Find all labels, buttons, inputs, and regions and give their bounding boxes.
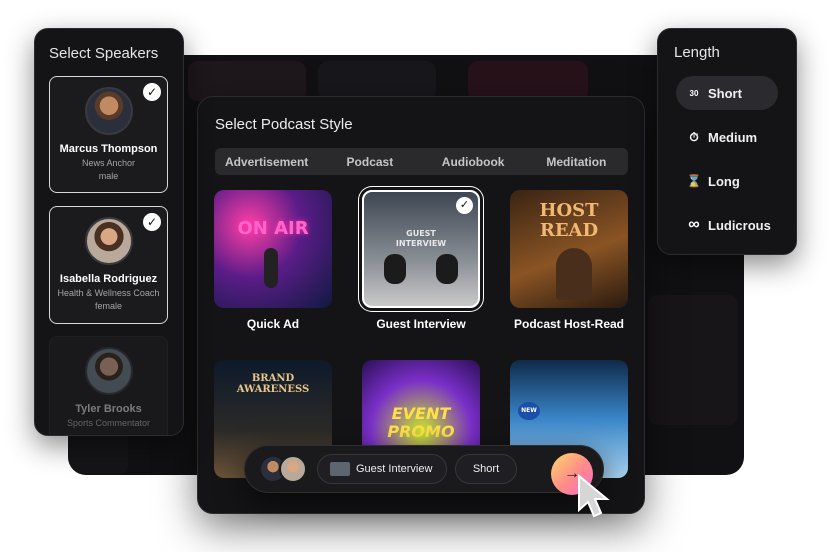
select-speakers-panel: Select Speakers ✓ Marcus Thompson News A…: [34, 28, 184, 436]
microphone-icon: [264, 248, 278, 288]
speaker-role: Health & Wellness Coach: [57, 288, 160, 298]
avatar: [84, 347, 133, 395]
speaker-gender: female: [94, 301, 122, 311]
length-title: Length: [674, 44, 720, 61]
speakers-title: Select Speakers: [49, 45, 159, 62]
speaker-name: Tyler Brooks: [75, 403, 142, 415]
cursor-arrow-icon: [578, 474, 610, 518]
summary-style-label: Guest Interview: [356, 463, 433, 475]
length-option-ludicrous[interactable]: ∞ Ludicrous: [676, 208, 778, 242]
selection-summary-bar: Guest Interview Short →: [244, 445, 604, 495]
badge-new: NEW: [518, 402, 540, 420]
wall-sign-line1: GUEST: [406, 229, 436, 238]
speaker-gender: male: [98, 171, 119, 181]
infinity-icon: ∞: [688, 216, 700, 233]
background-tile: [648, 295, 738, 425]
wall-sign-line1: HOST: [539, 200, 599, 221]
speaker-card-tyler[interactable]: Tyler Brooks Sports Commentator: [49, 336, 168, 435]
avatar: [84, 87, 133, 135]
length-option-label: Short: [708, 85, 742, 101]
summary-style-pill[interactable]: Guest Interview: [317, 454, 447, 484]
wall-sign-line1: BRAND: [251, 373, 295, 384]
wall-sign-line2: READ: [539, 220, 599, 241]
speaker-card-marcus[interactable]: ✓ Marcus Thompson News Anchor male: [49, 76, 168, 193]
length-option-label: Long: [708, 173, 740, 189]
length-option-short[interactable]: 30 Short: [676, 76, 778, 110]
style-thumb-host-read[interactable]: HOST READ: [510, 190, 628, 308]
wall-sign-line1: EVENT: [391, 404, 451, 423]
avatar: [279, 455, 307, 483]
background-tile: [468, 61, 588, 101]
speaker-card-isabella[interactable]: ✓ Isabella Rodriguez Health & Wellness C…: [49, 206, 168, 324]
style-thumb-guest-interview[interactable]: ✓ GUEST INTERVIEW: [362, 190, 480, 308]
summary-length-pill[interactable]: Short: [455, 454, 517, 484]
style-label: Podcast Host-Read: [513, 317, 625, 331]
wall-sign-line2: AWARENESS: [236, 384, 310, 395]
style-thumb-quick-ad[interactable]: ON AIR: [214, 190, 332, 308]
speaker-name: Isabella Rodriguez: [59, 273, 158, 285]
host-figure: [556, 248, 592, 300]
length-option-label: Ludicrous: [708, 217, 771, 233]
timer-30-icon: 30: [689, 88, 699, 98]
length-option-label: Medium: [708, 129, 758, 145]
length-option-medium[interactable]: ⏱ Medium: [676, 120, 778, 154]
tab-audiobook[interactable]: Audiobook: [422, 155, 525, 169]
speaker-role: News Anchor: [81, 158, 136, 168]
avatar: [84, 217, 133, 265]
tab-podcast[interactable]: Podcast: [318, 155, 421, 169]
microphone-icon: [384, 254, 406, 284]
check-icon: ✓: [143, 213, 161, 231]
summary-length-label: Short: [472, 463, 500, 475]
style-tabs: Advertisement Podcast Audiobook Meditati…: [215, 148, 628, 175]
wall-sign-line2: INTERVIEW: [395, 239, 447, 248]
wall-sign-line2: PROMO: [387, 422, 455, 441]
length-panel: Length 30 Short ⏱ Medium ⌛ Long ∞ Ludicr…: [657, 28, 797, 255]
tab-advertisement[interactable]: Advertisement: [215, 155, 318, 169]
microphone-icon: [436, 254, 458, 284]
length-option-long[interactable]: ⌛ Long: [676, 164, 778, 198]
stopwatch-icon: ⏱: [689, 129, 699, 144]
style-title: Select Podcast Style: [215, 116, 353, 133]
speaker-name: Marcus Thompson: [59, 143, 158, 155]
speaker-role: Sports Commentator: [66, 418, 151, 428]
check-icon: ✓: [143, 83, 161, 101]
background-tile: [318, 61, 436, 101]
background-tile: [188, 61, 306, 101]
check-icon: ✓: [456, 197, 473, 214]
style-label: Quick Ad: [246, 317, 300, 331]
hourglass-icon: ⌛: [686, 174, 702, 188]
style-label: Guest Interview: [376, 317, 466, 331]
style-thumbnail-icon: [330, 462, 350, 476]
neon-sign: ON AIR: [237, 218, 309, 239]
tab-meditation[interactable]: Meditation: [525, 155, 628, 169]
